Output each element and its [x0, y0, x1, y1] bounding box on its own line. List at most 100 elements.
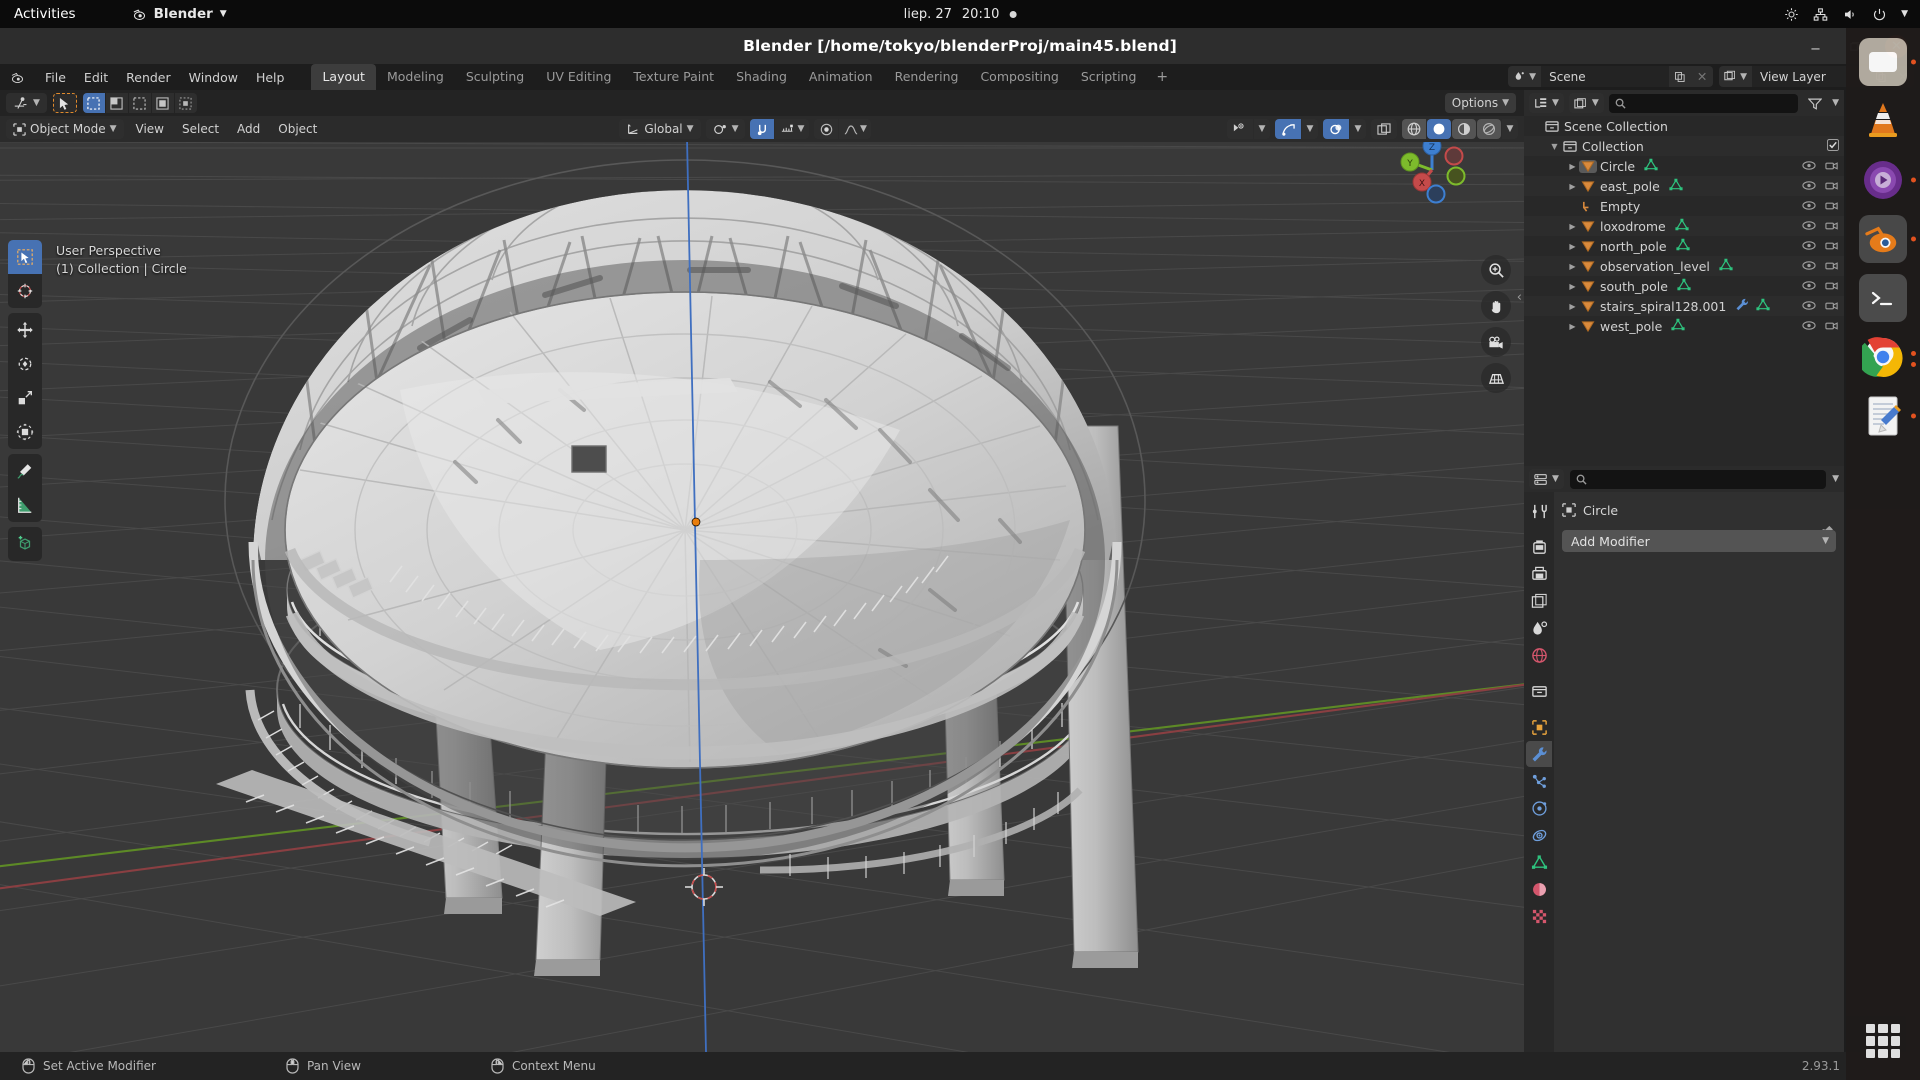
wireframe-shading-button[interactable] — [1402, 119, 1426, 139]
outliner-search-input[interactable] — [1609, 94, 1798, 113]
active-tool-selector[interactable]: ▼ — [6, 93, 47, 113]
disable-in-renders-icon[interactable] — [1825, 159, 1839, 174]
outliner-row-stairs-spiral128-001[interactable]: ▶stairs_spiral128.001 — [1524, 296, 1844, 316]
vlc-icon[interactable] — [1859, 97, 1907, 145]
outliner-filter-chevron-icon[interactable]: ▼ — [1832, 98, 1839, 108]
move-tool[interactable] — [8, 313, 42, 347]
outliner-row-scene-collection[interactable]: Scene Collection — [1524, 116, 1844, 136]
select-invert-button[interactable] — [152, 93, 174, 113]
3d-viewport[interactable]: ▼ — [0, 90, 1524, 1052]
workspace-tab-layout[interactable]: Layout — [311, 64, 376, 90]
workspace-tab-rendering[interactable]: Rendering — [884, 64, 970, 90]
properties-options-chevron-icon[interactable]: ▼ — [1832, 474, 1839, 484]
show-gizmo-button[interactable] — [1275, 119, 1301, 139]
world-tab[interactable] — [1526, 642, 1552, 668]
object-data-tab[interactable] — [1526, 849, 1552, 875]
outliner-row-east-pole[interactable]: ▶east_pole — [1524, 176, 1844, 196]
viewport-canvas[interactable] — [0, 90, 1524, 1052]
chrome-icon[interactable] — [1859, 333, 1907, 381]
transform-tool[interactable] — [8, 415, 42, 449]
modifier-wrench-icon[interactable] — [1735, 298, 1749, 314]
outliner-editor-type-button[interactable]: ▼ — [1529, 93, 1564, 113]
properties-editor[interactable]: ▼ ▼ — [1524, 466, 1844, 1052]
viewport-menu-view[interactable]: View — [128, 119, 172, 139]
blender-icon[interactable] — [9, 70, 26, 85]
hide-in-viewport-icon[interactable] — [1802, 219, 1816, 234]
workspace-tab-uv-editing[interactable]: UV Editing — [535, 64, 622, 90]
workspace-tab-texture-paint[interactable]: Texture Paint — [622, 64, 725, 90]
disable-in-renders-icon[interactable] — [1825, 179, 1839, 194]
hide-in-viewport-icon[interactable] — [1802, 279, 1816, 294]
object-type-visibility-button[interactable] — [1227, 119, 1253, 139]
viewport-menu-select[interactable]: Select — [174, 119, 227, 139]
hide-in-viewport-icon[interactable] — [1802, 299, 1816, 314]
render-tab[interactable] — [1526, 534, 1552, 560]
hide-in-viewport-icon[interactable] — [1802, 159, 1816, 174]
snap-toggle[interactable] — [750, 119, 774, 139]
overlay-dropdown[interactable]: ▼ — [1350, 119, 1366, 139]
tweak-tool[interactable] — [8, 240, 42, 274]
outliner-row-collection[interactable]: ▼Collection — [1524, 136, 1844, 156]
expand-triangle-icon[interactable]: ▼ — [1548, 142, 1561, 151]
expand-triangle-icon[interactable]: ▶ — [1566, 282, 1579, 291]
snap-settings-dropdown[interactable]: ▼ — [775, 119, 809, 139]
activities-button[interactable]: Activities — [14, 6, 76, 22]
mesh-data-icon[interactable] — [1676, 238, 1690, 254]
particles-tab[interactable] — [1526, 768, 1552, 794]
options-button[interactable]: Options ▼ — [1445, 93, 1516, 113]
texture-tab[interactable] — [1526, 903, 1552, 929]
disable-in-renders-icon[interactable] — [1825, 239, 1839, 254]
workspace-tab-scripting[interactable]: Scripting — [1070, 64, 1148, 90]
xray-toggle-button[interactable] — [1371, 119, 1397, 139]
view-layer-icon[interactable]: ▼ — [1719, 66, 1752, 87]
menu-edit[interactable]: Edit — [75, 67, 117, 88]
select-new-button[interactable] — [83, 93, 105, 113]
blender-icon[interactable] — [1859, 215, 1907, 263]
tweak-tool-indicator[interactable] — [53, 93, 77, 113]
hide-in-viewport-icon[interactable] — [1802, 239, 1816, 254]
disable-in-renders-icon[interactable] — [1825, 219, 1839, 234]
scene-name-field[interactable]: Scene — [1541, 66, 1669, 87]
outliner-row-loxodrome[interactable]: ▶loxodrome — [1524, 216, 1844, 236]
scene-tab[interactable] — [1526, 615, 1552, 641]
expand-triangle-icon[interactable]: ▶ — [1566, 182, 1579, 191]
mesh-data-icon[interactable] — [1675, 218, 1689, 234]
mesh-data-icon[interactable] — [1671, 318, 1685, 334]
view-layer-tab[interactable] — [1526, 588, 1552, 614]
tool-tab[interactable] — [1526, 498, 1552, 524]
cursor-tool[interactable] — [8, 274, 42, 308]
add-modifier-button[interactable]: Add Modifier ▼ — [1562, 530, 1836, 552]
hide-in-viewport-icon[interactable] — [1802, 319, 1816, 334]
hide-in-viewport-icon[interactable] — [1802, 199, 1816, 214]
mesh-data-icon[interactable] — [1644, 158, 1658, 174]
open-sidebar-arrow-icon[interactable]: ‹ — [1517, 290, 1522, 305]
workspace-tab-compositing[interactable]: Compositing — [969, 64, 1069, 90]
rotate-tool[interactable] — [8, 347, 42, 381]
toggle-perspective-icon[interactable] — [1481, 363, 1511, 393]
collection-tab[interactable] — [1526, 678, 1552, 704]
constraints-tab[interactable] — [1526, 822, 1552, 848]
collection-checkbox[interactable] — [1827, 139, 1839, 154]
outliner-editor[interactable]: ▼ ▼ ▼ Scene Collection▼Collection▶Circle… — [1524, 90, 1844, 466]
menu-file[interactable]: File — [36, 67, 75, 88]
outliner-display-mode-button[interactable]: ▼ — [1569, 93, 1604, 113]
outliner-tree[interactable]: Scene Collection▼Collection▶Circle▶east_… — [1524, 116, 1844, 466]
mode-selector[interactable]: Object Mode ▼ — [6, 119, 124, 139]
viewport-menu-add[interactable]: Add — [229, 119, 268, 139]
workspace-tab-animation[interactable]: Animation — [798, 64, 884, 90]
camera-view-icon[interactable] — [1481, 327, 1511, 357]
measure-tool[interactable] — [8, 488, 42, 522]
workspace-tab-sculpting[interactable]: Sculpting — [455, 64, 535, 90]
material-preview-shading-button[interactable] — [1452, 119, 1476, 139]
menu-window[interactable]: Window — [180, 67, 247, 88]
outliner-row-observation-level[interactable]: ▶observation_level — [1524, 256, 1844, 276]
select-extend-button[interactable] — [106, 93, 128, 113]
gizmo-dropdown[interactable]: ▼ — [1302, 119, 1318, 139]
transform-orientation-selector[interactable]: Global ▼ — [619, 119, 700, 139]
disable-in-renders-icon[interactable] — [1825, 299, 1839, 314]
outliner-filter-button[interactable] — [1803, 93, 1827, 113]
add-cube-tool[interactable] — [8, 527, 42, 561]
expand-triangle-icon[interactable]: ▶ — [1566, 322, 1579, 331]
disable-in-renders-icon[interactable] — [1825, 279, 1839, 294]
expand-triangle-icon[interactable]: ▶ — [1566, 262, 1579, 271]
